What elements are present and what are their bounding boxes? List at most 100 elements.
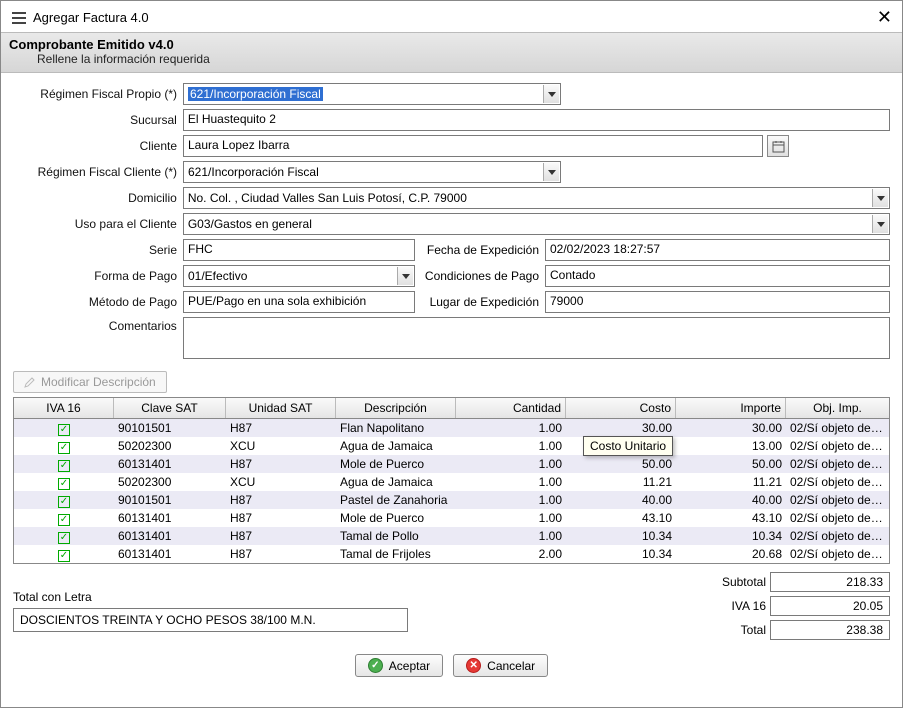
iva-checkbox[interactable]: ✓ [58, 478, 70, 490]
cell-clave-sat: 60131401 [114, 547, 226, 561]
cell-obj-imp: 02/Sí objeto de im... [786, 547, 889, 561]
cell-costo: 50.00 [566, 457, 676, 471]
aceptar-button[interactable]: ✓ Aceptar [355, 654, 443, 677]
cell-obj-imp: 02/Sí objeto de im... [786, 421, 889, 435]
chevron-down-icon[interactable] [543, 163, 559, 181]
chevron-down-icon[interactable] [543, 85, 559, 103]
label-forma-pago: Forma de Pago [13, 269, 183, 283]
label-sucursal: Sucursal [13, 113, 183, 127]
cell-cantidad: 1.00 [456, 457, 566, 471]
table-row[interactable]: ✓60131401H87Mole de Puerco1.0050.0050.00… [14, 455, 889, 473]
cell-costo: 10.34 [566, 547, 676, 561]
cancelar-button[interactable]: ✕ Cancelar [453, 654, 548, 677]
iva-checkbox[interactable]: ✓ [58, 532, 70, 544]
cell-descripcion: Mole de Puerco [336, 511, 456, 525]
label-total-letra: Total con Letra [13, 590, 530, 604]
cell-cantidad: 1.00 [456, 511, 566, 525]
cliente-input[interactable]: Laura Lopez Ibarra [183, 135, 763, 157]
comentarios-textarea[interactable] [183, 317, 890, 359]
col-unidad-sat[interactable]: Unidad SAT [226, 398, 336, 418]
calendar-icon [772, 140, 785, 153]
chevron-down-icon[interactable] [872, 215, 888, 233]
cell-descripcion: Flan Napolitano [336, 421, 456, 435]
cell-clave-sat: 90101501 [114, 421, 226, 435]
label-comentarios: Comentarios [13, 317, 183, 333]
cell-importe: 40.00 [676, 493, 786, 507]
window-title: Agregar Factura 4.0 [33, 10, 149, 25]
table-row[interactable]: ✓90101501H87Flan Napolitano1.0030.0030.0… [14, 419, 889, 437]
table-row[interactable]: ✓60131401H87Tamal de Pollo1.0010.3410.34… [14, 527, 889, 545]
col-descripcion[interactable]: Descripción [336, 398, 456, 418]
cell-importe: 20.68 [676, 547, 786, 561]
cell-importe: 10.34 [676, 529, 786, 543]
table-row[interactable]: ✓50202300XCUAgua de Jamaica1.0011.2111.2… [14, 473, 889, 491]
cell-importe: 11.21 [676, 475, 786, 489]
regimen-propio-select[interactable]: 621/Incorporación Fiscal [183, 83, 561, 105]
sucursal-input[interactable]: El Huastequito 2 [183, 109, 890, 131]
cell-costo: 43.10 [566, 511, 676, 525]
serie-input[interactable]: FHC [183, 239, 415, 261]
col-clave-sat[interactable]: Clave SAT [114, 398, 226, 418]
table-row[interactable]: ✓60131401H87Mole de Puerco1.0043.1043.10… [14, 509, 889, 527]
iva-checkbox[interactable]: ✓ [58, 442, 70, 454]
cell-unidad-sat: H87 [226, 493, 336, 507]
iva-checkbox[interactable]: ✓ [58, 460, 70, 472]
cell-importe: 30.00 [676, 421, 786, 435]
col-cantidad[interactable]: Cantidad [456, 398, 566, 418]
close-icon[interactable]: ✕ [877, 7, 892, 28]
col-costo[interactable]: Costo [566, 398, 676, 418]
domicilio-select[interactable]: No. Col. , Ciudad Valles San Luis Potosí… [183, 187, 890, 209]
label-regimen-cliente: Régimen Fiscal Cliente (*) [13, 165, 183, 179]
label-metodo-pago: Método de Pago [13, 295, 183, 309]
lugar-exp-input[interactable]: 79000 [545, 291, 890, 313]
total-letra-value: DOSCIENTOS TREINTA Y OCHO PESOS 38/100 M… [13, 608, 408, 632]
metodo-pago-input[interactable]: PUE/Pago en una sola exhibición [183, 291, 415, 313]
cell-cantidad: 1.00 [456, 475, 566, 489]
label-lugar-exp: Lugar de Expedición [415, 295, 545, 309]
iva-checkbox[interactable]: ✓ [58, 514, 70, 526]
chevron-down-icon[interactable] [397, 267, 413, 285]
line-items-table: IVA 16 Clave SAT Unidad SAT Descripción … [13, 397, 890, 564]
costo-tooltip: Costo Unitario [583, 436, 673, 456]
subtotal-value: 218.33 [770, 572, 890, 592]
label-uso-cliente: Uso para el Cliente [13, 217, 183, 231]
label-regimen-propio: Régimen Fiscal Propio (*) [13, 87, 183, 101]
iva16-value: 20.05 [770, 596, 890, 616]
col-obj-imp[interactable]: Obj. Imp. [786, 398, 889, 418]
cell-cantidad: 1.00 [456, 439, 566, 453]
cell-unidad-sat: H87 [226, 457, 336, 471]
label-cliente: Cliente [13, 139, 183, 153]
table-row[interactable]: ✓90101501H87Pastel de Zanahoria1.0040.00… [14, 491, 889, 509]
cell-clave-sat: 60131401 [114, 529, 226, 543]
iva-checkbox[interactable]: ✓ [58, 424, 70, 436]
cell-clave-sat: 60131401 [114, 511, 226, 525]
uso-cliente-select[interactable]: G03/Gastos en general [183, 213, 890, 235]
cell-clave-sat: 50202300 [114, 475, 226, 489]
chevron-down-icon[interactable] [872, 189, 888, 207]
iva-checkbox[interactable]: ✓ [58, 550, 70, 562]
cell-descripcion: Agua de Jamaica [336, 439, 456, 453]
cell-importe: 43.10 [676, 511, 786, 525]
col-importe[interactable]: Importe [676, 398, 786, 418]
cell-costo: 40.00 [566, 493, 676, 507]
cell-clave-sat: 90101501 [114, 493, 226, 507]
iva-checkbox[interactable]: ✓ [58, 496, 70, 508]
table-row[interactable]: ✓50202300XCUAgua de Jamaica1.0013.0002/S… [14, 437, 889, 455]
modificar-descripcion-button[interactable]: Modificar Descripción [13, 371, 167, 393]
table-header: IVA 16 Clave SAT Unidad SAT Descripción … [14, 398, 889, 419]
cell-clave-sat: 50202300 [114, 439, 226, 453]
regimen-cliente-select[interactable]: 621/Incorporación Fiscal [183, 161, 561, 183]
forma-pago-select[interactable]: 01/Efectivo [183, 265, 415, 287]
table-row[interactable]: ✓60131401H87Tamal de Frijoles2.0010.3420… [14, 545, 889, 563]
col-iva[interactable]: IVA 16 [14, 398, 114, 418]
cell-descripcion: Agua de Jamaica [336, 475, 456, 489]
cliente-lookup-button[interactable] [767, 135, 789, 157]
cell-costo: 10.34 [566, 529, 676, 543]
cond-pago-input[interactable]: Contado [545, 265, 890, 287]
cell-obj-imp: 02/Sí objeto de im... [786, 457, 889, 471]
cell-obj-imp: 02/Sí objeto de im... [786, 439, 889, 453]
page-subtitle: Rellene la información requerida [9, 52, 894, 66]
cell-descripcion: Pastel de Zanahoria [336, 493, 456, 507]
label-iva16: IVA 16 [676, 599, 766, 613]
fecha-exp-input[interactable]: 02/02/2023 18:27:57 [545, 239, 890, 261]
